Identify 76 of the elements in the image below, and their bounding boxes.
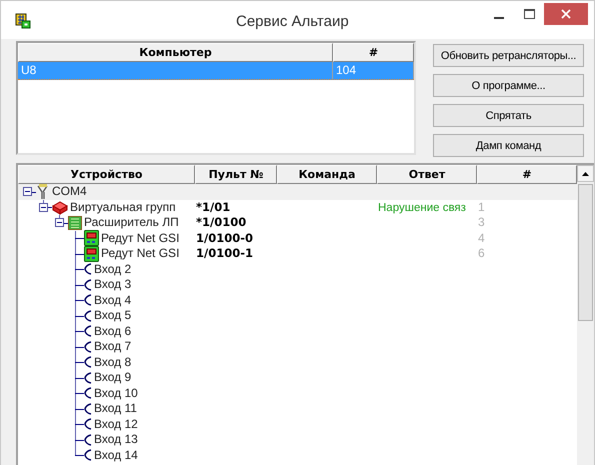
- row-number: 6: [478, 246, 485, 260]
- column-header[interactable]: #: [477, 165, 577, 184]
- tree-row[interactable]: Виртуальная групп *1/01 Нарушение связ 1: [18, 200, 577, 215]
- device-icon: [84, 230, 99, 246]
- column-header[interactable]: Устройство: [18, 165, 195, 184]
- tree-row[interactable]: Вход 14: [18, 448, 577, 463]
- device-name: Редут Net GSI: [101, 230, 180, 246]
- panel-number: *1/0100: [196, 215, 246, 229]
- device-name: Вход 9: [94, 370, 132, 386]
- table-cell: 104: [333, 62, 414, 79]
- tree-row[interactable]: Вход 9: [18, 370, 577, 386]
- column-header[interactable]: #: [333, 43, 414, 62]
- tree-row[interactable]: Редут Net GSI 1/0100-0 4: [18, 230, 577, 246]
- row-number: 4: [478, 230, 485, 244]
- device-name: Вход 12: [94, 416, 138, 432]
- action-button[interactable]: Дамп команд: [433, 134, 584, 157]
- device-name: Редут Net GSI: [101, 246, 180, 262]
- close-icon: [561, 9, 571, 19]
- scroll-up-button[interactable]: [577, 165, 594, 182]
- scrollbar[interactable]: [577, 165, 594, 465]
- window-title: Сервис Альтаир: [236, 12, 349, 30]
- up-arrow-icon: [582, 172, 589, 176]
- device-name: Виртуальная групп: [70, 200, 176, 215]
- collapse-icon[interactable]: [39, 202, 48, 212]
- tree-row[interactable]: Вход 13: [18, 432, 577, 448]
- tree-row[interactable]: Вход 8: [18, 354, 577, 370]
- close-button[interactable]: [544, 3, 588, 25]
- minimize-icon: [494, 17, 504, 19]
- board-icon: [68, 214, 82, 231]
- tree-row[interactable]: Вход 4: [18, 292, 577, 308]
- scroll-thumb[interactable]: [578, 184, 593, 321]
- tree-row[interactable]: Вход 11: [18, 401, 577, 416]
- cube-icon: [52, 199, 68, 216]
- tree-row[interactable]: Вход 3: [18, 277, 577, 292]
- collapse-icon[interactable]: [55, 218, 64, 227]
- device-name: Вход 14: [94, 448, 138, 463]
- tree-row[interactable]: Редут Net GSI 1/0100-1 6: [18, 246, 577, 262]
- device-name: Вход 5: [94, 308, 132, 324]
- column-header[interactable]: Компьютер: [18, 43, 333, 62]
- connector-icon: [36, 184, 50, 200]
- device-name: Вход 13: [94, 432, 138, 448]
- tree-row[interactable]: Вход 5: [18, 308, 577, 324]
- device-name: Вход 8: [94, 354, 132, 370]
- tree-row[interactable]: COM4: [18, 184, 577, 200]
- device-icon: [84, 246, 99, 262]
- device-name: Вход 6: [94, 324, 132, 339]
- tree-row[interactable]: Вход 12: [18, 416, 577, 432]
- panel-number: 1/0100-1: [196, 246, 253, 260]
- device-name: Расширитель ЛП: [84, 215, 179, 230]
- device-name: Вход 11: [94, 401, 137, 416]
- tree-row[interactable]: Вход 6: [18, 324, 577, 339]
- device-name: Вход 10: [94, 386, 138, 401]
- table-cell: U8: [18, 62, 333, 79]
- action-button[interactable]: Спрятать: [433, 104, 584, 127]
- action-button[interactable]: О программе...: [433, 74, 584, 97]
- column-header[interactable]: Пульт №: [195, 165, 277, 184]
- column-header[interactable]: Команда: [277, 165, 377, 184]
- tree-row[interactable]: Вход 10: [18, 386, 577, 401]
- device-name: Вход 7: [94, 339, 132, 354]
- column-header[interactable]: Ответ: [377, 165, 477, 184]
- tree-row[interactable]: Вход 7: [18, 339, 577, 354]
- panel-number: 1/0100-0: [196, 230, 253, 244]
- answer-text: Нарушение связ: [378, 202, 466, 214]
- device-name: Вход 2: [94, 262, 132, 277]
- device-name: Вход 4: [94, 292, 132, 308]
- maximize-icon: [524, 9, 534, 19]
- tree-row[interactable]: Расширитель ЛП *1/0100 3: [18, 215, 577, 230]
- row-number: 1: [478, 200, 485, 214]
- row-number: 3: [478, 215, 485, 229]
- app-icon: [15, 13, 31, 29]
- panel-number: *1/01: [196, 200, 230, 214]
- device-name: Вход 3: [94, 277, 132, 292]
- tree-row[interactable]: Вход 2: [18, 262, 577, 277]
- action-button[interactable]: Обновить ретрансляторы...: [433, 44, 584, 67]
- device-name: COM4: [52, 184, 87, 200]
- collapse-icon[interactable]: [23, 187, 32, 196]
